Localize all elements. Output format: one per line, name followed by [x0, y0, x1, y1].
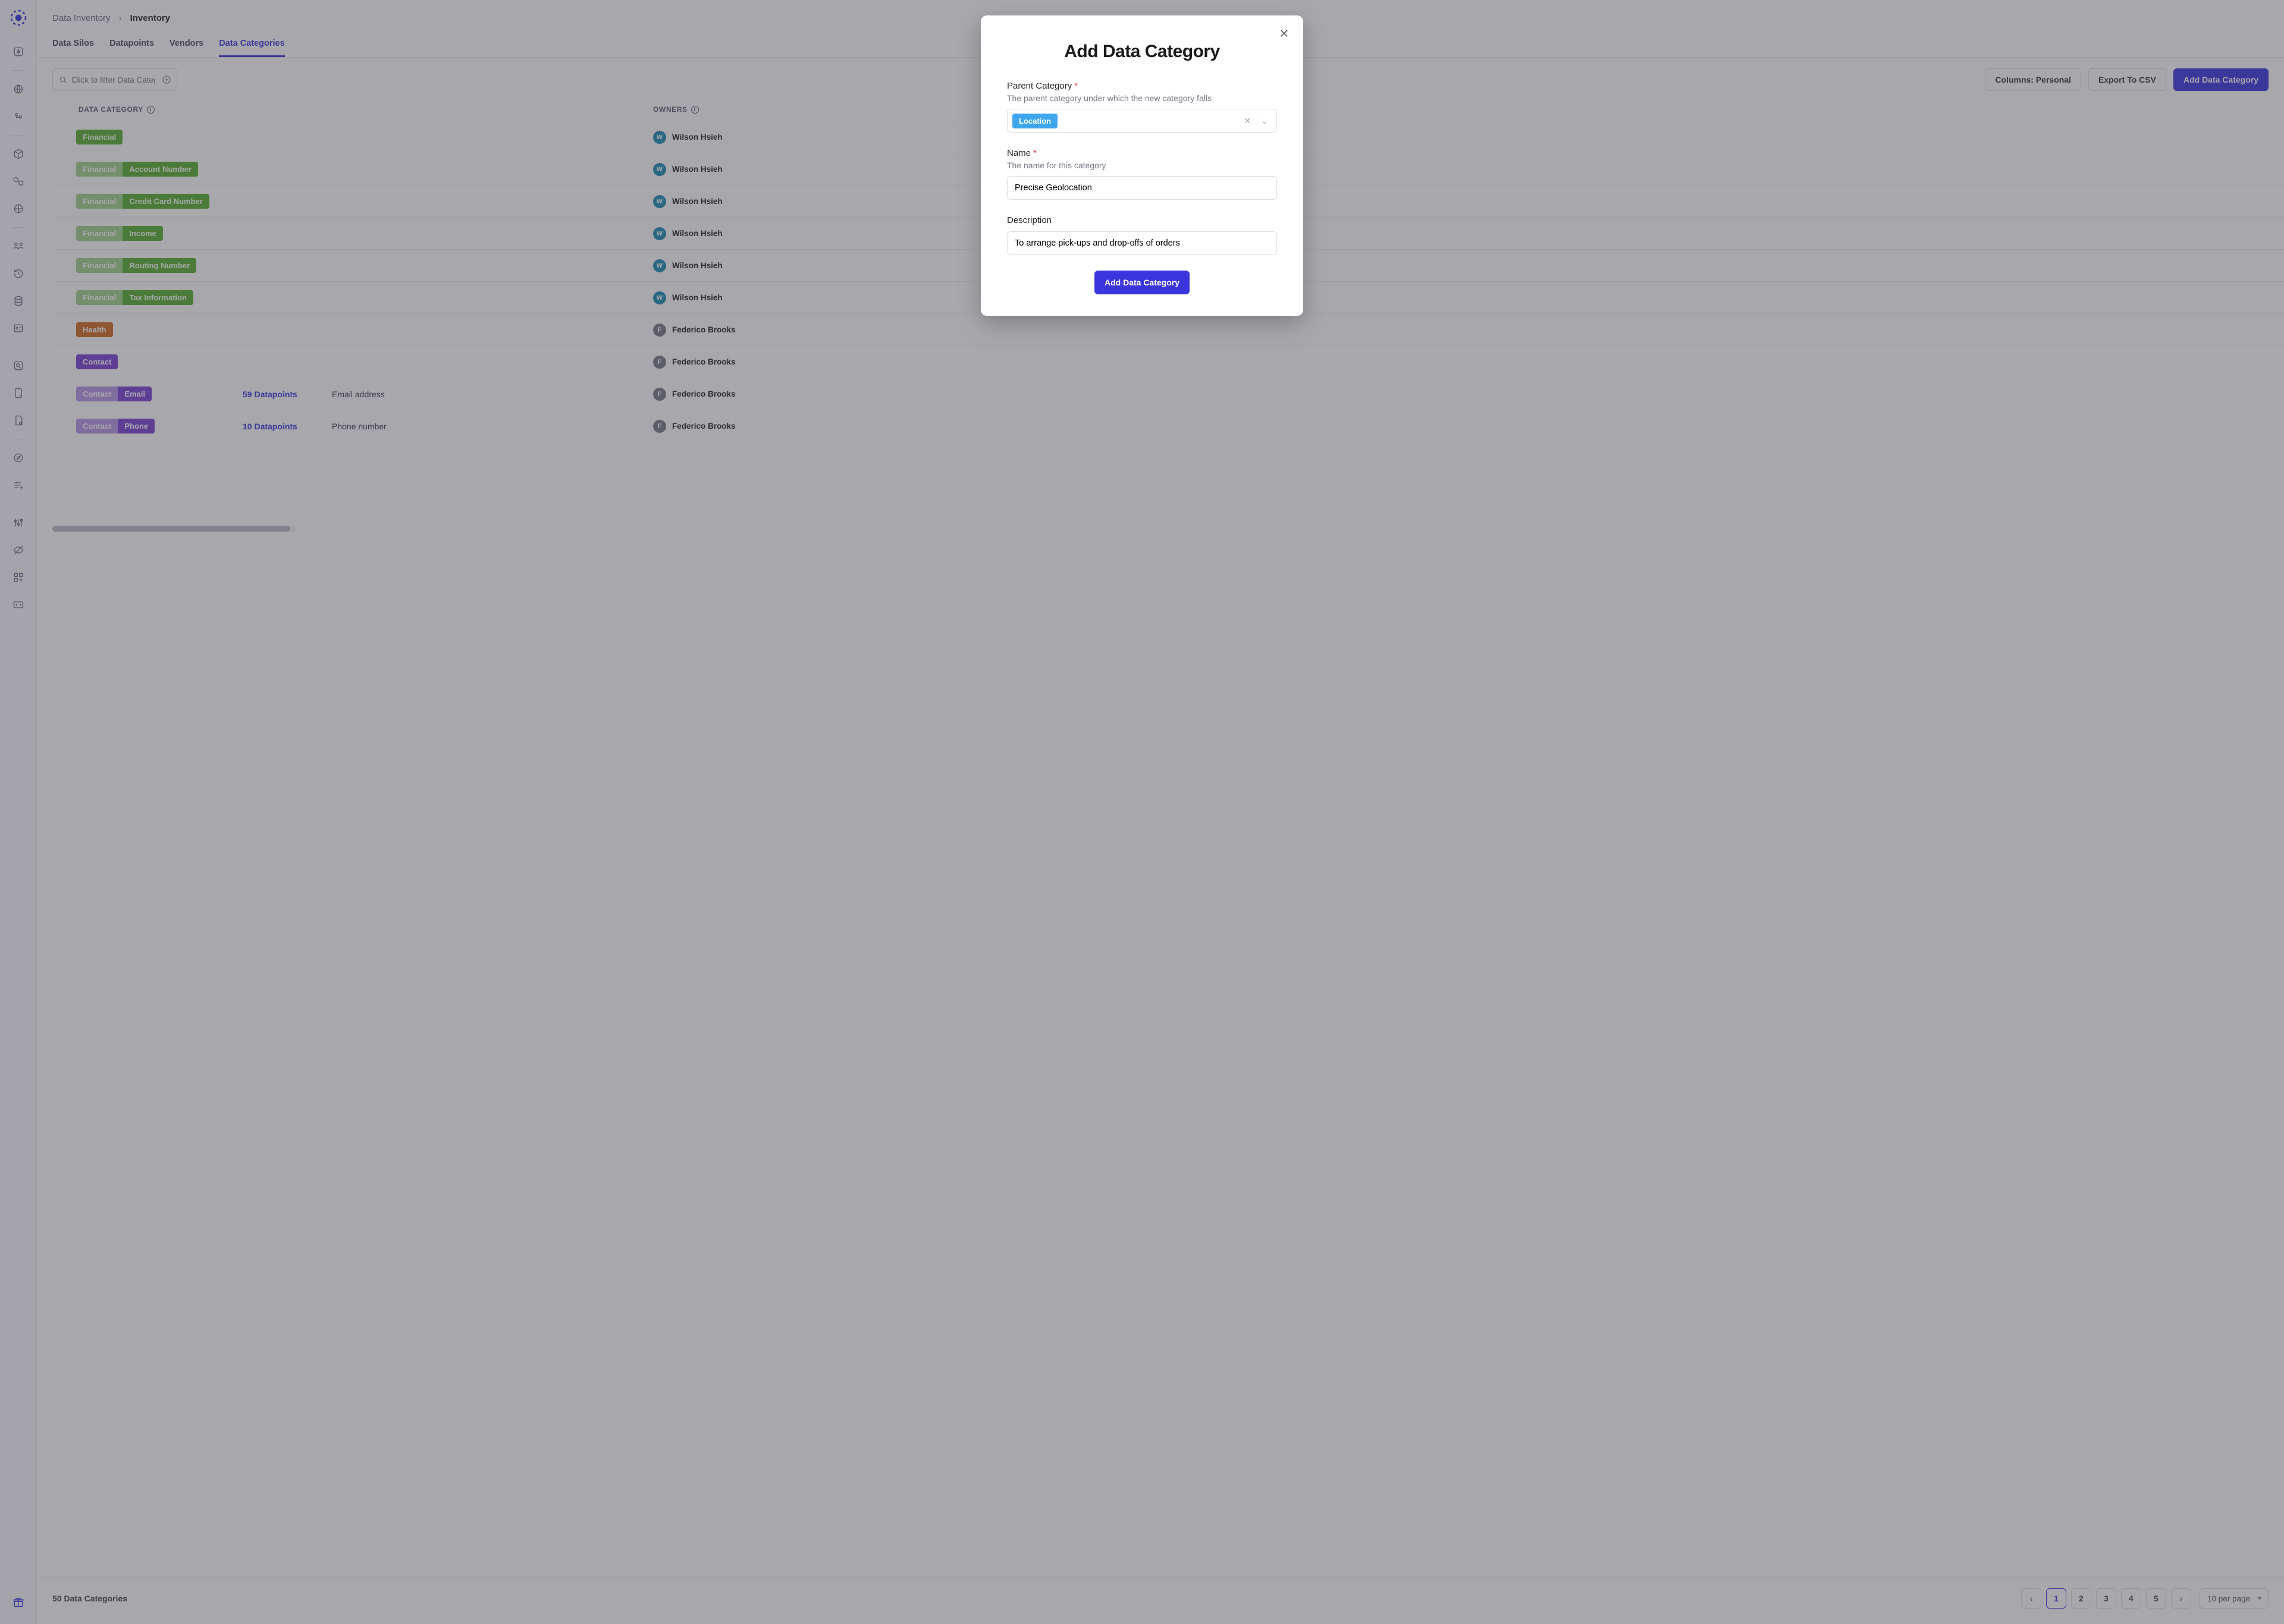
name-label: Name* [1007, 148, 1277, 158]
add-data-category-modal: Add Data Category Parent Category* The p… [981, 15, 1303, 316]
name-input[interactable] [1007, 176, 1277, 200]
description-label: Description [1007, 215, 1277, 225]
modal-submit-button[interactable]: Add Data Category [1094, 271, 1190, 294]
parent-category-chip: Location [1012, 114, 1058, 128]
modal-overlay: Add Data Category Parent Category* The p… [0, 0, 2284, 1624]
parent-category-select[interactable]: Location ✕ ⌄ [1007, 109, 1277, 133]
description-input[interactable] [1007, 231, 1277, 255]
modal-title: Add Data Category [1007, 42, 1277, 62]
name-help: The name for this category [1007, 161, 1277, 170]
parent-category-help: The parent category under which the new … [1007, 93, 1277, 103]
clear-icon[interactable]: ✕ [1241, 116, 1255, 126]
close-icon[interactable] [1276, 25, 1292, 42]
chevron-down-icon[interactable]: ⌄ [1257, 116, 1272, 126]
parent-category-label: Parent Category* [1007, 81, 1277, 91]
